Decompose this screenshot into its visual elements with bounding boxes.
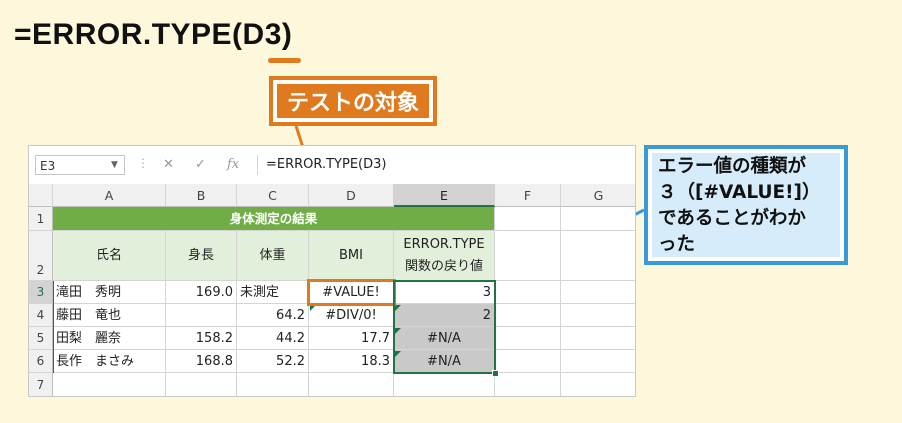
table-cell-bmi[interactable]: #DIV/0! <box>309 304 394 327</box>
row-header-6[interactable]: 6 <box>29 350 53 373</box>
cell-g2[interactable] <box>561 231 635 281</box>
table-cell-height[interactable] <box>166 304 237 327</box>
table-cell-weight[interactable]: 52.2 <box>237 350 309 373</box>
header-name[interactable]: 氏名 <box>53 231 166 281</box>
column-header-c[interactable]: C <box>237 184 309 207</box>
cell-g6[interactable] <box>561 350 635 373</box>
column-header-f[interactable]: F <box>495 184 561 207</box>
row-header-1[interactable]: 1 <box>29 207 53 231</box>
cell-g4[interactable] <box>561 304 635 327</box>
table-cell-weight[interactable]: 44.2 <box>237 327 309 350</box>
table-cell-height[interactable]: 158.2 <box>166 327 237 350</box>
header-error-type[interactable]: ERROR.TYPE 関数の戻り値 <box>394 231 495 281</box>
cell-a7[interactable] <box>53 373 166 396</box>
enter-icon[interactable]: ✓ <box>195 155 206 175</box>
drag-handle-icon: ⋮ <box>137 156 149 170</box>
fill-handle[interactable] <box>492 370 499 377</box>
table-cell-name[interactable]: 長作 まさみ <box>53 350 166 373</box>
selection-range <box>393 280 496 374</box>
cell-f4[interactable] <box>495 304 561 327</box>
cell-b7[interactable] <box>166 373 237 396</box>
cell-f3[interactable] <box>495 281 561 304</box>
cell-d7[interactable] <box>309 373 394 396</box>
row-header-4[interactable]: 4 <box>29 304 53 327</box>
row-header-3[interactable]: 3 <box>29 281 53 304</box>
cell-f6[interactable] <box>495 350 561 373</box>
cell-g1[interactable] <box>561 207 635 231</box>
function-icon[interactable]: fx <box>227 155 239 175</box>
formula-bar: E3 ▼ ⋮ ✕ ✓ fx =ERROR.TYPE(D3) <box>29 146 635 185</box>
table-left-border <box>53 281 54 373</box>
cell-f5[interactable] <box>495 327 561 350</box>
table-cell-name[interactable]: 田梨 麗奈 <box>53 327 166 350</box>
target-cell-highlight <box>307 279 396 306</box>
column-header-d[interactable]: D <box>309 184 394 207</box>
cell-f1[interactable] <box>495 207 561 231</box>
header-height[interactable]: 身長 <box>166 231 237 281</box>
select-all-corner[interactable] <box>29 184 53 207</box>
cell-f7[interactable] <box>495 373 561 396</box>
cell-g3[interactable] <box>561 281 635 304</box>
table-cell-weight[interactable]: 64.2 <box>237 304 309 327</box>
column-header-e[interactable]: E <box>394 184 495 207</box>
table-cell-height[interactable]: 168.8 <box>166 350 237 373</box>
spreadsheet: E3 ▼ ⋮ ✕ ✓ fx =ERROR.TYPE(D3) A B C D E … <box>28 145 636 397</box>
chevron-down-icon[interactable]: ▼ <box>111 155 118 175</box>
table-cell-name[interactable]: 藤田 竜也 <box>53 304 166 327</box>
row-header-7[interactable]: 7 <box>29 373 53 396</box>
header-bmi[interactable]: BMI <box>309 231 394 281</box>
header-error-type-line1: ERROR.TYPE <box>403 237 485 252</box>
cell-e7[interactable] <box>394 373 495 396</box>
row-header-5[interactable]: 5 <box>29 327 53 350</box>
table-title[interactable]: 身体測定の結果 <box>53 207 495 231</box>
table-cell-name[interactable]: 滝田 秀明 <box>53 281 166 304</box>
cancel-icon[interactable]: ✕ <box>163 155 174 175</box>
header-error-type-line2: 関数の戻り値 <box>404 259 483 274</box>
cell-f2[interactable] <box>495 231 561 281</box>
row-header-2[interactable]: 2 <box>29 231 53 281</box>
header-weight[interactable]: 体重 <box>237 231 309 281</box>
table-cell-height[interactable]: 169.0 <box>166 281 237 304</box>
table-cell-bmi[interactable]: 18.3 <box>309 350 394 373</box>
column-header-a[interactable]: A <box>53 184 166 207</box>
formula-input[interactable]: =ERROR.TYPE(D3) <box>257 155 635 175</box>
cell-g5[interactable] <box>561 327 635 350</box>
table-cell-weight[interactable]: 未測定 <box>237 281 309 304</box>
table-cell-bmi[interactable]: 17.7 <box>309 327 394 350</box>
cell-c7[interactable] <box>237 373 309 396</box>
column-header-b[interactable]: B <box>166 184 237 207</box>
cell-g7[interactable] <box>561 373 635 396</box>
column-header-g[interactable]: G <box>561 184 635 207</box>
